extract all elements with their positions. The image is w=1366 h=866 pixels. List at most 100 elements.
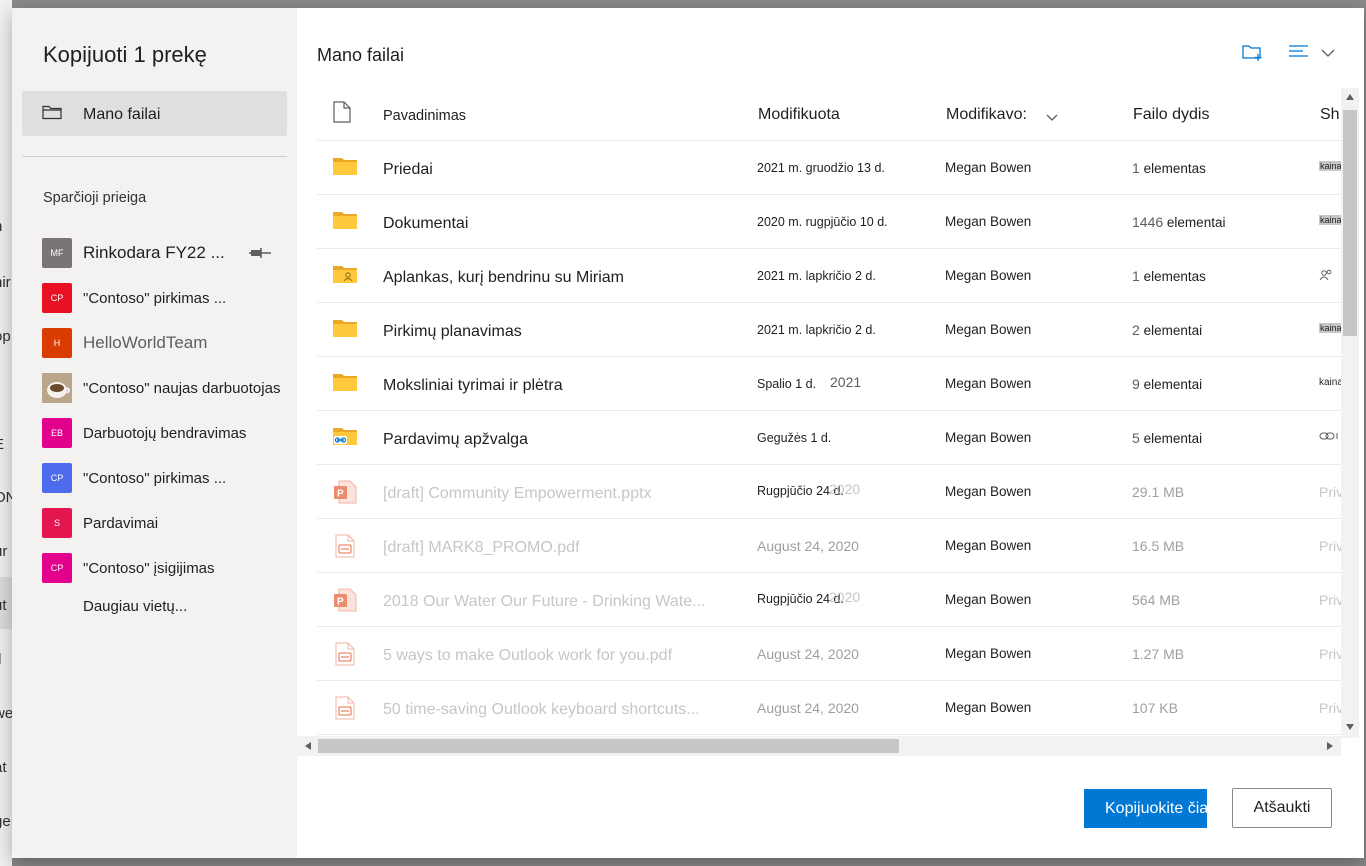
modified-year: 2020	[829, 589, 861, 605]
file-name: Pirkimų planavimas	[383, 323, 522, 340]
modified-year: 2020	[829, 481, 861, 497]
file-name: Aplankas, kurį bendrinu su Miriam	[383, 269, 624, 286]
item-count: 2	[1132, 322, 1140, 338]
site-avatar: H	[42, 328, 72, 358]
modified-by: Megan Bowen	[945, 700, 1032, 715]
modified-date: August 24, 2020	[757, 538, 859, 554]
quick-access-item[interactable]: CP "Contoso" pirkimas ...	[42, 461, 304, 493]
file-size: 1446 elementai	[1132, 214, 1225, 230]
nav-my-files[interactable]: Mano failai	[22, 91, 287, 136]
table-row[interactable]: Aplankas, kurį bendrinu su Miriam 2021 m…	[317, 249, 1344, 303]
copy-here-button[interactable]: Kopijuokite čia	[1084, 789, 1207, 828]
modified-by: Megan Bowen	[945, 322, 1032, 337]
breadcrumb: Mano failai	[317, 45, 405, 65]
file-name: [draft] MARK8_PROMO.pdf	[383, 539, 580, 556]
folder-icon	[333, 156, 357, 181]
column-header-modified[interactable]: Modifikuota	[758, 106, 840, 124]
scroll-right-arrow-icon[interactable]	[1327, 742, 1333, 750]
folder-outline-icon	[42, 104, 62, 125]
background-text: ge	[0, 813, 11, 830]
cancel-button[interactable]: Atšaukti	[1232, 788, 1332, 828]
background-text: nir	[0, 274, 11, 291]
site-avatar: MF	[42, 238, 72, 268]
modified-by: Megan Bowen	[945, 646, 1032, 661]
file-name: Priedai	[383, 161, 433, 178]
list-view-icon	[1289, 44, 1309, 63]
file-name: Dokumentai	[383, 215, 469, 232]
link-folder-icon	[333, 426, 357, 451]
file-name: 50 time-saving Outlook keyboard shortcut…	[383, 701, 700, 718]
background-text: at	[0, 759, 7, 776]
quick-access-item[interactable]: S Pardavimai	[42, 506, 304, 538]
pin-icon[interactable]	[248, 246, 272, 264]
file-name: 5 ways to make Outlook work for you.pdf	[383, 647, 673, 664]
file-name: 2018 Our Water Our Future - Drinking Wat…	[383, 593, 706, 610]
background-text: ur	[0, 543, 8, 560]
scroll-up-arrow-icon[interactable]	[1346, 94, 1354, 100]
quick-access-item[interactable]: CP "Contoso" pirkimas ...	[42, 281, 304, 313]
modified-date: 2021 m. gruodžio 13 d.	[757, 161, 885, 175]
item-unit: elementai	[1143, 323, 1203, 338]
table-row[interactable]: Pardavimų apžvalga Gegužės 1 d. Megan Bo…	[317, 411, 1344, 465]
modified-year: 2021	[830, 374, 862, 390]
modified-date: 2021 m. lapkričio 2 d.	[757, 323, 876, 337]
coffee-cup-photo	[42, 373, 72, 403]
scrollbar-thumb[interactable]	[1343, 110, 1357, 336]
modified-by: Megan Bowen	[945, 160, 1032, 175]
column-header-modified-by[interactable]: Modifikavo:	[946, 106, 1027, 124]
quick-access-item[interactable]: MF Rinkodara FY22 ...	[42, 236, 304, 268]
sort-chevron-icon[interactable]	[1046, 109, 1058, 127]
quick-access-item[interactable]: EB Darbuotojų bendravimas	[42, 416, 304, 448]
table-row: 5 ways to make Outlook work for you.pdf …	[317, 627, 1344, 681]
scroll-left-arrow-icon[interactable]	[305, 742, 311, 750]
file-size: 5 elementai	[1132, 430, 1202, 446]
table-row: [draft] MARK8_PROMO.pdf August 24, 2020 …	[317, 519, 1344, 573]
site-avatar: S	[42, 508, 72, 538]
site-avatar: CP	[42, 553, 72, 583]
table-row[interactable]: Moksliniai tyrimai ir plėtra Spalio 1 d.…	[317, 357, 1344, 411]
modified-by: Megan Bowen	[945, 538, 1032, 553]
sharing-status: kaina	[1319, 323, 1343, 333]
site-avatar: CP	[42, 283, 72, 313]
sharing-status: Priv	[1319, 592, 1344, 608]
item-unit: elementai	[1143, 431, 1203, 446]
column-header-file-size[interactable]: Failo dydis	[1133, 106, 1209, 124]
file-name: Moksliniai tyrimai ir plėtra	[383, 377, 563, 394]
new-folder-icon[interactable]	[1242, 43, 1264, 66]
folder-icon	[333, 318, 357, 343]
shared-folder-icon	[333, 264, 357, 289]
file-size: 29.1 MB	[1132, 484, 1185, 500]
item-unit: elementai	[1166, 215, 1226, 230]
copy-dialog: Kopijuoti 1 prekę Mano failai Sparčioji …	[12, 8, 1364, 858]
chevron-down-icon	[1321, 45, 1335, 63]
column-header-sharing[interactable]: Sh	[1320, 106, 1340, 124]
background-text: we	[0, 705, 12, 722]
item-count: 1	[1132, 268, 1140, 284]
scroll-down-arrow-icon[interactable]	[1346, 724, 1354, 730]
quick-access-item[interactable]: CP "Contoso" įsigijimas	[42, 551, 304, 583]
item-unit: elementas	[1143, 161, 1206, 176]
scrollbar-thumb[interactable]	[318, 739, 899, 753]
modified-by: Megan Bowen	[945, 376, 1032, 391]
quick-access-label: "Contoso" naujas darbuotojas	[83, 380, 281, 397]
background-text: E	[0, 436, 4, 453]
quick-access-item[interactable]: H HelloWorldTeam	[42, 326, 304, 358]
more-places-link[interactable]: Daugiau vietų...	[83, 598, 187, 615]
link-icon	[1319, 431, 1339, 444]
vertical-scrollbar[interactable]	[1341, 88, 1359, 738]
horizontal-scrollbar[interactable]	[297, 736, 1341, 756]
column-header-name[interactable]: Pavadinimas	[383, 108, 466, 124]
quick-access-item[interactable]: "Contoso" naujas darbuotojas	[42, 371, 304, 403]
background-page: h nir op E ON ur ut tl we at ge	[0, 0, 12, 866]
table-row[interactable]: Priedai 2021 m. gruodžio 13 d. Megan Bow…	[317, 141, 1344, 195]
nav-my-files-label: Mano failai	[83, 106, 161, 123]
file-type-icon[interactable]	[333, 101, 351, 128]
view-options-button[interactable]	[1289, 44, 1335, 63]
table-row[interactable]: Dokumentai 2020 m. rugpjūčio 10 d. Megan…	[317, 195, 1344, 249]
background-text: tl	[0, 651, 2, 668]
table-row[interactable]: Pirkimų planavimas 2021 m. lapkričio 2 d…	[317, 303, 1344, 357]
quick-access-label: "Contoso" pirkimas ...	[83, 470, 227, 487]
table-row: 50 time-saving Outlook keyboard shortcut…	[317, 681, 1344, 735]
quick-access-label: Pardavimai	[83, 515, 159, 532]
dialog-right-pane: Mano failai Pavadinimas Modifikuota Modi…	[297, 8, 1364, 858]
